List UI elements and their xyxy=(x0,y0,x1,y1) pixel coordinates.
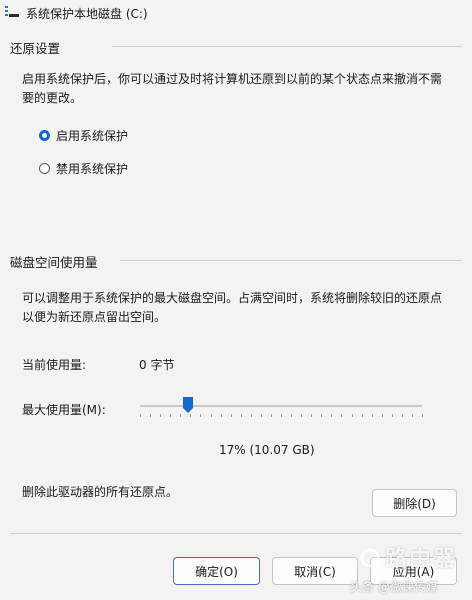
disk-usage-divider xyxy=(120,260,462,261)
title-bar: 系统保护本地磁盘 (C:) xyxy=(0,0,472,26)
radio-disable-label: 禁用系统保护 xyxy=(56,162,129,176)
footer-divider xyxy=(10,533,462,534)
slider-tick xyxy=(291,414,292,417)
slider-tick xyxy=(422,414,423,417)
slider-tick xyxy=(231,414,232,417)
slider-tick xyxy=(372,414,373,417)
slider-tick xyxy=(150,414,151,417)
restore-settings-divider xyxy=(112,46,462,47)
radio-enable-label: 启用系统保护 xyxy=(56,129,129,143)
slider-ticks xyxy=(140,414,423,418)
delete-button[interactable]: 删除(D) xyxy=(372,489,457,517)
disk-description-line2: 以便为新还原点留出空间。 xyxy=(22,310,167,324)
restore-description-line1: 启用系统保护后，你可以通过及时将计算机还原到以前的某个状态点来撤消不需 xyxy=(22,72,443,86)
slider-tick xyxy=(321,414,322,417)
cancel-button[interactable]: 取消(C) xyxy=(272,557,358,585)
radio-selected-icon xyxy=(39,130,50,141)
slider-tick xyxy=(392,414,393,417)
ok-button[interactable]: 确定(O) xyxy=(173,557,260,585)
slider-tick xyxy=(140,414,141,417)
disk-usage-heading: 磁盘空间使用量 xyxy=(10,255,98,270)
slider-tick xyxy=(341,414,342,417)
radio-disable-protection[interactable]: 禁用系统保护 xyxy=(39,160,128,177)
slider-tick xyxy=(261,414,262,417)
radio-enable-protection[interactable]: 启用系统保护 xyxy=(39,127,128,144)
slider-tick xyxy=(301,414,302,417)
slider-tick xyxy=(211,414,212,417)
watermark-caption: 头条 @微课传媒 xyxy=(350,580,438,594)
slider-tick xyxy=(362,414,363,417)
bars-icon xyxy=(5,6,19,17)
slider-tick xyxy=(352,414,353,417)
slider-tick xyxy=(170,414,171,417)
max-usage-value: 17% (10.07 GB) xyxy=(219,443,315,457)
max-usage-slider-thumb[interactable] xyxy=(182,396,194,414)
current-usage-label: 当前使用量: xyxy=(22,358,87,372)
max-usage-label: 最大使用量(M): xyxy=(22,403,106,417)
slider-tick xyxy=(221,414,222,417)
slider-tick xyxy=(331,414,332,417)
slider-tick xyxy=(241,414,242,417)
slider-tick xyxy=(412,414,413,417)
slider-tick xyxy=(200,414,201,417)
restore-settings-heading: 还原设置 xyxy=(10,41,61,56)
slider-tick xyxy=(190,414,191,417)
window-title: 系统保护本地磁盘 (C:) xyxy=(26,7,148,21)
slider-tick xyxy=(271,414,272,417)
slider-tick xyxy=(251,414,252,417)
slider-tick xyxy=(402,414,403,417)
delete-description: 删除此驱动器的所有还原点。 xyxy=(22,485,179,499)
slider-tick xyxy=(311,414,312,417)
current-usage-value: 0 字节 xyxy=(139,358,175,372)
disk-description-line1: 可以调整用于系统保护的最大磁盘空间。占满空间时，系统将删除较旧的还原点 xyxy=(22,291,443,305)
watermark-brand: 路由器 xyxy=(385,547,458,572)
slider-tick xyxy=(281,414,282,417)
slider-tick xyxy=(160,414,161,417)
radio-unselected-icon xyxy=(39,163,50,174)
restore-description-line2: 要的更改。 xyxy=(22,91,83,105)
slider-tick xyxy=(180,414,181,417)
slider-tick xyxy=(382,414,383,417)
